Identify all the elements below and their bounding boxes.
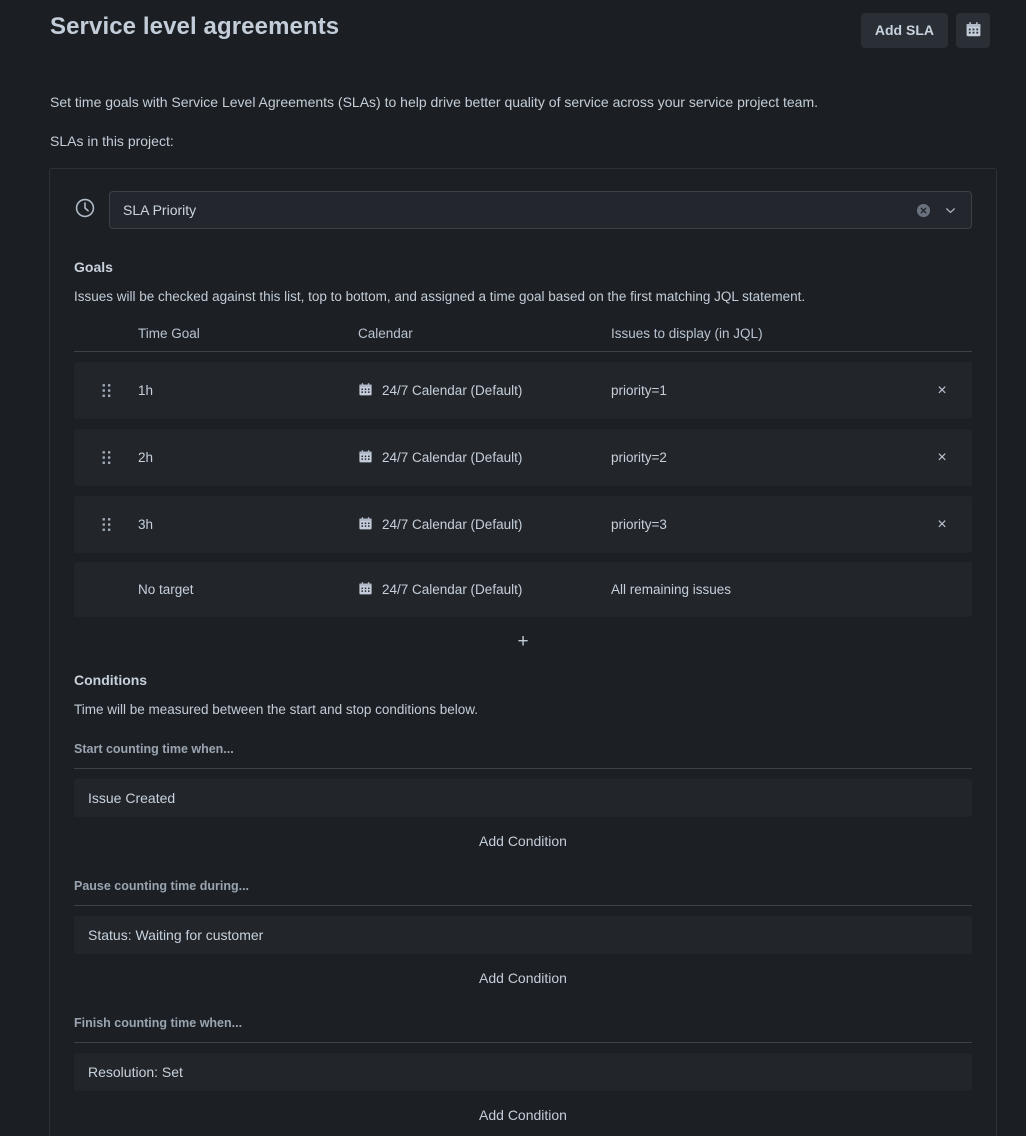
calendar-name: 24/7 Calendar (Default) xyxy=(382,450,523,465)
slas-in-project-label: SLAs in this project: xyxy=(50,133,174,149)
cell-time-goal: 3h xyxy=(138,517,154,532)
table-row: 1h 24/7 Calendar (Default) priority=1 × xyxy=(74,362,972,419)
sla-select[interactable]: SLA Priority xyxy=(109,191,972,229)
add-condition-button[interactable]: Add Condition xyxy=(469,1101,577,1129)
sla-panel: SLA Priority Goals Issues will be checke… xyxy=(49,168,997,1136)
condition-group-label: Finish counting time when... xyxy=(74,1016,972,1043)
goals-table: Time Goal Calendar Issues to display (in… xyxy=(74,326,972,664)
delete-goal-button[interactable]: × xyxy=(912,382,972,399)
condition-item[interactable]: Issue Created xyxy=(74,779,972,817)
page-header: Service level agreements Add SLA xyxy=(36,0,990,48)
chevron-down-icon[interactable] xyxy=(939,200,961,220)
calendar-name: 24/7 Calendar (Default) xyxy=(382,582,523,597)
cell-calendar: 24/7 Calendar (Default) xyxy=(358,516,611,534)
calendar-icon xyxy=(965,21,982,41)
delete-goal-button[interactable]: × xyxy=(912,516,972,533)
drag-handle-icon[interactable] xyxy=(74,450,138,466)
add-condition-row: Add Condition xyxy=(74,964,972,992)
add-goal-row: + xyxy=(74,618,972,664)
goals-table-header: Time Goal Calendar Issues to display (in… xyxy=(74,326,972,352)
cell-time-goal: 2h xyxy=(138,450,154,465)
table-row-default: No target 24/7 Calendar (Default) All re… xyxy=(74,562,972,617)
cell-calendar: 24/7 Calendar (Default) xyxy=(358,382,611,400)
add-goal-button[interactable]: + xyxy=(507,632,538,651)
clear-selection-icon[interactable] xyxy=(913,200,933,220)
calendar-icon xyxy=(358,449,373,467)
table-row: 2h 24/7 Calendar (Default) priority=2 × xyxy=(74,429,972,486)
condition-item[interactable]: Status: Waiting for customer xyxy=(74,916,972,954)
add-condition-row: Add Condition xyxy=(74,1101,972,1129)
add-condition-button[interactable]: Add Condition xyxy=(469,827,577,855)
condition-group-pause: Pause counting time during... Status: Wa… xyxy=(74,879,972,992)
add-condition-button[interactable]: Add Condition xyxy=(469,964,577,992)
calendar-icon xyxy=(358,382,373,400)
cell-calendar: 24/7 Calendar (Default) xyxy=(358,449,611,467)
cell-calendar: 24/7 Calendar (Default) xyxy=(358,581,611,599)
condition-group-label: Start counting time when... xyxy=(74,742,972,769)
add-condition-row: Add Condition xyxy=(74,827,972,855)
column-header-jql: Issues to display (in JQL) xyxy=(611,326,763,341)
page-description: Set time goals with Service Level Agreem… xyxy=(50,94,819,110)
cell-time-goal: No target xyxy=(138,582,194,597)
cell-jql: priority=2 xyxy=(611,450,667,465)
sla-select-value: SLA Priority xyxy=(123,202,197,218)
calendar-icon xyxy=(358,516,373,534)
header-actions: Add SLA xyxy=(860,12,990,48)
goals-description: Issues will be checked against this list… xyxy=(74,289,806,304)
cell-jql: priority=3 xyxy=(611,517,667,532)
add-sla-button[interactable]: Add SLA xyxy=(860,13,948,48)
calendar-icon xyxy=(358,581,373,599)
conditions-heading: Conditions xyxy=(74,672,148,688)
column-header-time-goal: Time Goal xyxy=(138,326,200,341)
sla-selector-row: SLA Priority xyxy=(74,191,972,229)
clock-icon xyxy=(74,197,96,224)
table-row: 3h 24/7 Calendar (Default) priority=3 × xyxy=(74,496,972,553)
condition-group-start: Start counting time when... Issue Create… xyxy=(74,742,972,855)
drag-handle-icon[interactable] xyxy=(74,383,138,399)
condition-group-finish: Finish counting time when... Resolution:… xyxy=(74,1016,972,1129)
condition-item[interactable]: Resolution: Set xyxy=(74,1053,972,1091)
cell-jql: priority=1 xyxy=(611,383,667,398)
cell-time-goal: 1h xyxy=(138,383,154,398)
sla-settings-page: Service level agreements Add SLA Set tim… xyxy=(0,0,1026,1136)
delete-goal-button[interactable]: × xyxy=(912,449,972,466)
calendars-button[interactable] xyxy=(956,13,990,48)
conditions-description: Time will be measured between the start … xyxy=(74,702,478,717)
goals-heading: Goals xyxy=(74,259,113,275)
calendar-name: 24/7 Calendar (Default) xyxy=(382,383,523,398)
cell-jql: All remaining issues xyxy=(611,582,732,597)
page-title: Service level agreements xyxy=(50,13,340,40)
calendar-name: 24/7 Calendar (Default) xyxy=(382,517,523,532)
drag-handle-icon[interactable] xyxy=(74,517,138,533)
column-header-calendar: Calendar xyxy=(358,326,413,341)
condition-group-label: Pause counting time during... xyxy=(74,879,972,906)
